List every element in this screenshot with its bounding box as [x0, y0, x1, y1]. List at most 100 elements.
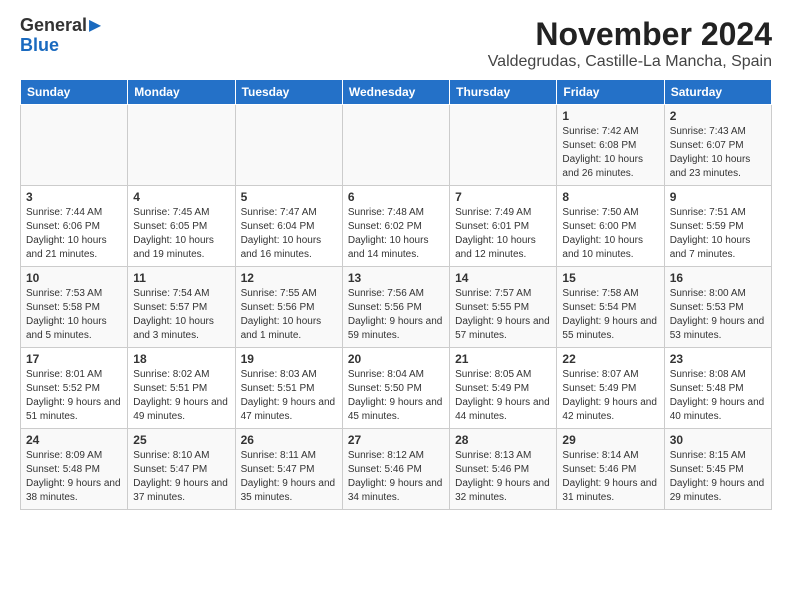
day-number: 12 [241, 271, 337, 285]
day-number: 25 [133, 433, 229, 447]
day-number: 13 [348, 271, 444, 285]
calendar-cell [450, 105, 557, 186]
day-number: 3 [26, 190, 122, 204]
calendar-cell: 11 Sunrise: 7:54 AM Sunset: 5:57 PM Dayli… [128, 267, 235, 348]
day-number: 29 [562, 433, 658, 447]
day-info: Sunrise: 7:57 AM Sunset: 5:55 PM Dayligh… [455, 287, 551, 343]
day-number: 7 [455, 190, 551, 204]
calendar-cell: 3 Sunrise: 7:44 AM Sunset: 6:06 PM Daylig… [21, 186, 128, 267]
logo-icon [89, 20, 101, 32]
day-info: Sunrise: 8:11 AM Sunset: 5:47 PM Dayligh… [241, 449, 337, 505]
calendar-cell: 18Sunrise: 8:02 AM Sunset: 5:51 PM Dayli… [128, 348, 235, 429]
day-number: 15 [562, 271, 658, 285]
day-number: 1 [562, 109, 658, 123]
day-number: 22 [562, 352, 658, 366]
calendar-cell: 7 Sunrise: 7:49 AM Sunset: 6:01 PM Daylig… [450, 186, 557, 267]
day-info: Sunrise: 8:10 AM Sunset: 5:47 PM Dayligh… [133, 449, 229, 505]
day-info: Sunrise: 8:01 AM Sunset: 5:52 PM Dayligh… [26, 368, 122, 424]
calendar-cell: 6Sunrise: 7:48 AM Sunset: 6:02 PM Daylig… [342, 186, 449, 267]
day-info: Sunrise: 7:58 AM Sunset: 5:54 PM Dayligh… [562, 287, 658, 343]
calendar-cell: 23Sunrise: 8:08 AM Sunset: 5:48 PM Dayli… [664, 348, 771, 429]
day-info: Sunrise: 7:42 AM Sunset: 6:08 PM Dayligh… [562, 125, 658, 181]
day-info: Sunrise: 7:51 AM Sunset: 5:59 PM Dayligh… [670, 206, 766, 262]
calendar-cell: 10Sunrise: 7:53 AM Sunset: 5:58 PM Dayli… [21, 267, 128, 348]
header: General Blue November 2024 Valdegrudas, … [20, 16, 772, 71]
day-info: Sunrise: 8:00 AM Sunset: 5:53 PM Dayligh… [670, 287, 766, 343]
calendar-cell: 27Sunrise: 8:12 AM Sunset: 5:46 PM Dayli… [342, 429, 449, 510]
calendar-cell: 1 Sunrise: 7:42 AM Sunset: 6:08 PM Daylig… [557, 105, 664, 186]
calendar-cell: 21Sunrise: 8:05 AM Sunset: 5:49 PM Dayli… [450, 348, 557, 429]
day-info: Sunrise: 8:04 AM Sunset: 5:50 PM Dayligh… [348, 368, 444, 424]
calendar-cell: 29 Sunrise: 8:14 AM Sunset: 5:46 PM Dayli… [557, 429, 664, 510]
day-info: Sunrise: 8:13 AM Sunset: 5:46 PM Dayligh… [455, 449, 551, 505]
day-number: 11 [133, 271, 229, 285]
calendar-day-header: Wednesday [342, 80, 449, 105]
calendar-cell: 13 Sunrise: 7:56 AM Sunset: 5:56 PM Dayli… [342, 267, 449, 348]
day-info: Sunrise: 8:12 AM Sunset: 5:46 PM Dayligh… [348, 449, 444, 505]
day-number: 9 [670, 190, 766, 204]
day-number: 26 [241, 433, 337, 447]
day-info: Sunrise: 8:14 AM Sunset: 5:46 PM Dayligh… [562, 449, 658, 505]
day-number: 8 [562, 190, 658, 204]
calendar-cell [128, 105, 235, 186]
day-number: 6 [348, 190, 444, 204]
day-info: Sunrise: 7:45 AM Sunset: 6:05 PM Dayligh… [133, 206, 229, 262]
calendar-cell: 19 Sunrise: 8:03 AM Sunset: 5:51 PM Dayli… [235, 348, 342, 429]
day-number: 16 [670, 271, 766, 285]
calendar-cell: 9 Sunrise: 7:51 AM Sunset: 5:59 PM Daylig… [664, 186, 771, 267]
calendar-cell: 22 Sunrise: 8:07 AM Sunset: 5:49 PM Dayli… [557, 348, 664, 429]
calendar-cell: 15 Sunrise: 7:58 AM Sunset: 5:54 PM Dayli… [557, 267, 664, 348]
month-title: November 2024 [488, 16, 772, 53]
calendar-cell: 30Sunrise: 8:15 AM Sunset: 5:45 PM Dayli… [664, 429, 771, 510]
day-info: Sunrise: 7:43 AM Sunset: 6:07 PM Dayligh… [670, 125, 766, 181]
calendar-cell [21, 105, 128, 186]
logo-blue: Blue [20, 36, 101, 56]
day-number: 5 [241, 190, 337, 204]
calendar-day-header: Monday [128, 80, 235, 105]
day-info: Sunrise: 8:07 AM Sunset: 5:49 PM Dayligh… [562, 368, 658, 424]
calendar-cell: 28 Sunrise: 8:13 AM Sunset: 5:46 PM Dayli… [450, 429, 557, 510]
calendar-cell: 24 Sunrise: 8:09 AM Sunset: 5:48 PM Dayli… [21, 429, 128, 510]
day-number: 4 [133, 190, 229, 204]
calendar-day-header: Tuesday [235, 80, 342, 105]
day-number: 28 [455, 433, 551, 447]
day-info: Sunrise: 8:02 AM Sunset: 5:51 PM Dayligh… [133, 368, 229, 424]
day-number: 24 [26, 433, 122, 447]
day-number: 23 [670, 352, 766, 366]
day-info: Sunrise: 8:05 AM Sunset: 5:49 PM Dayligh… [455, 368, 551, 424]
logo: General Blue [20, 16, 101, 56]
calendar-cell [235, 105, 342, 186]
calendar-cell: 5 Sunrise: 7:47 AM Sunset: 6:04 PM Daylig… [235, 186, 342, 267]
calendar-day-header: Sunday [21, 80, 128, 105]
day-info: Sunrise: 7:47 AM Sunset: 6:04 PM Dayligh… [241, 206, 337, 262]
calendar-day-header: Saturday [664, 80, 771, 105]
location-title: Valdegrudas, Castille-La Mancha, Spain [488, 53, 772, 71]
calendar-header: SundayMondayTuesdayWednesdayThursdayFrid… [21, 80, 772, 105]
calendar-cell: 20 Sunrise: 8:04 AM Sunset: 5:50 PM Dayli… [342, 348, 449, 429]
day-info: Sunrise: 7:56 AM Sunset: 5:56 PM Dayligh… [348, 287, 444, 343]
day-number: 2 [670, 109, 766, 123]
day-number: 14 [455, 271, 551, 285]
day-number: 20 [348, 352, 444, 366]
calendar-cell: 26 Sunrise: 8:11 AM Sunset: 5:47 PM Dayli… [235, 429, 342, 510]
title-block: November 2024 Valdegrudas, Castille-La M… [488, 16, 772, 71]
calendar-cell: 17 Sunrise: 8:01 AM Sunset: 5:52 PM Dayli… [21, 348, 128, 429]
day-info: Sunrise: 8:03 AM Sunset: 5:51 PM Dayligh… [241, 368, 337, 424]
day-info: Sunrise: 7:49 AM Sunset: 6:01 PM Dayligh… [455, 206, 551, 262]
day-info: Sunrise: 7:54 AM Sunset: 5:57 PM Dayligh… [133, 287, 229, 343]
day-info: Sunrise: 7:44 AM Sunset: 6:06 PM Dayligh… [26, 206, 122, 262]
calendar-cell [342, 105, 449, 186]
day-info: Sunrise: 8:09 AM Sunset: 5:48 PM Dayligh… [26, 449, 122, 505]
calendar-day-header: Thursday [450, 80, 557, 105]
day-number: 30 [670, 433, 766, 447]
day-number: 19 [241, 352, 337, 366]
calendar-cell: 14 Sunrise: 7:57 AM Sunset: 5:55 PM Dayli… [450, 267, 557, 348]
logo-general: General [20, 16, 87, 36]
day-info: Sunrise: 7:53 AM Sunset: 5:58 PM Dayligh… [26, 287, 122, 343]
calendar-cell: 8Sunrise: 7:50 AM Sunset: 6:00 PM Daylig… [557, 186, 664, 267]
calendar-cell: 2 Sunrise: 7:43 AM Sunset: 6:07 PM Daylig… [664, 105, 771, 186]
day-info: Sunrise: 7:55 AM Sunset: 5:56 PM Dayligh… [241, 287, 337, 343]
calendar-cell: 25 Sunrise: 8:10 AM Sunset: 5:47 PM Dayli… [128, 429, 235, 510]
calendar: SundayMondayTuesdayWednesdayThursdayFrid… [20, 79, 772, 510]
day-number: 17 [26, 352, 122, 366]
